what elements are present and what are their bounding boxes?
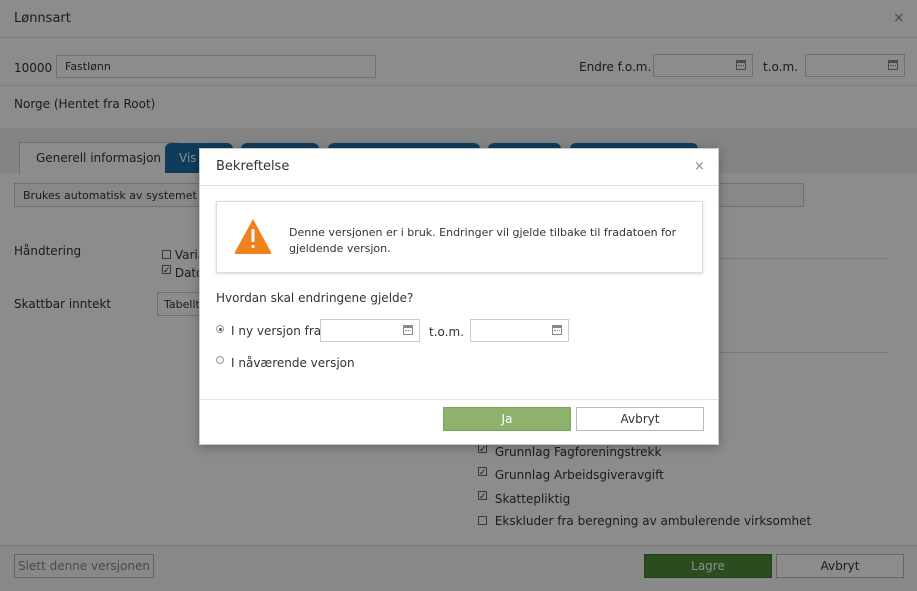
warning-triangle-icon xyxy=(234,219,272,254)
calendar-icon[interactable] xyxy=(403,325,413,335)
radio-new-version[interactable] xyxy=(216,325,224,333)
question-text: Hvordan skal endringene gjelde? xyxy=(216,291,414,305)
new-version-to-date[interactable] xyxy=(470,319,569,342)
calendar-icon[interactable] xyxy=(552,325,562,335)
warning-box: Denne versjonen er i bruk. Endringer vil… xyxy=(216,201,703,273)
close-icon[interactable]: × xyxy=(694,159,705,174)
dialog-title: Bekreftelse xyxy=(216,159,290,174)
new-version-from-date[interactable] xyxy=(320,319,420,342)
divider xyxy=(200,399,718,400)
to-label: t.o.m. xyxy=(429,325,464,339)
dialog-cancel-button[interactable]: Avbryt xyxy=(576,407,704,431)
radio-current-version-label[interactable]: I nåværende versjon xyxy=(231,356,355,370)
radio-new-version-label[interactable]: I ny versjon fra xyxy=(231,324,321,338)
warning-text: Denne versjonen er i bruk. Endringer vil… xyxy=(289,226,677,255)
confirm-dialog: Bekreftelse × Denne versjonen er i bruk.… xyxy=(199,148,719,445)
radio-current-version[interactable] xyxy=(216,356,224,364)
yes-button[interactable]: Ja xyxy=(443,407,571,431)
